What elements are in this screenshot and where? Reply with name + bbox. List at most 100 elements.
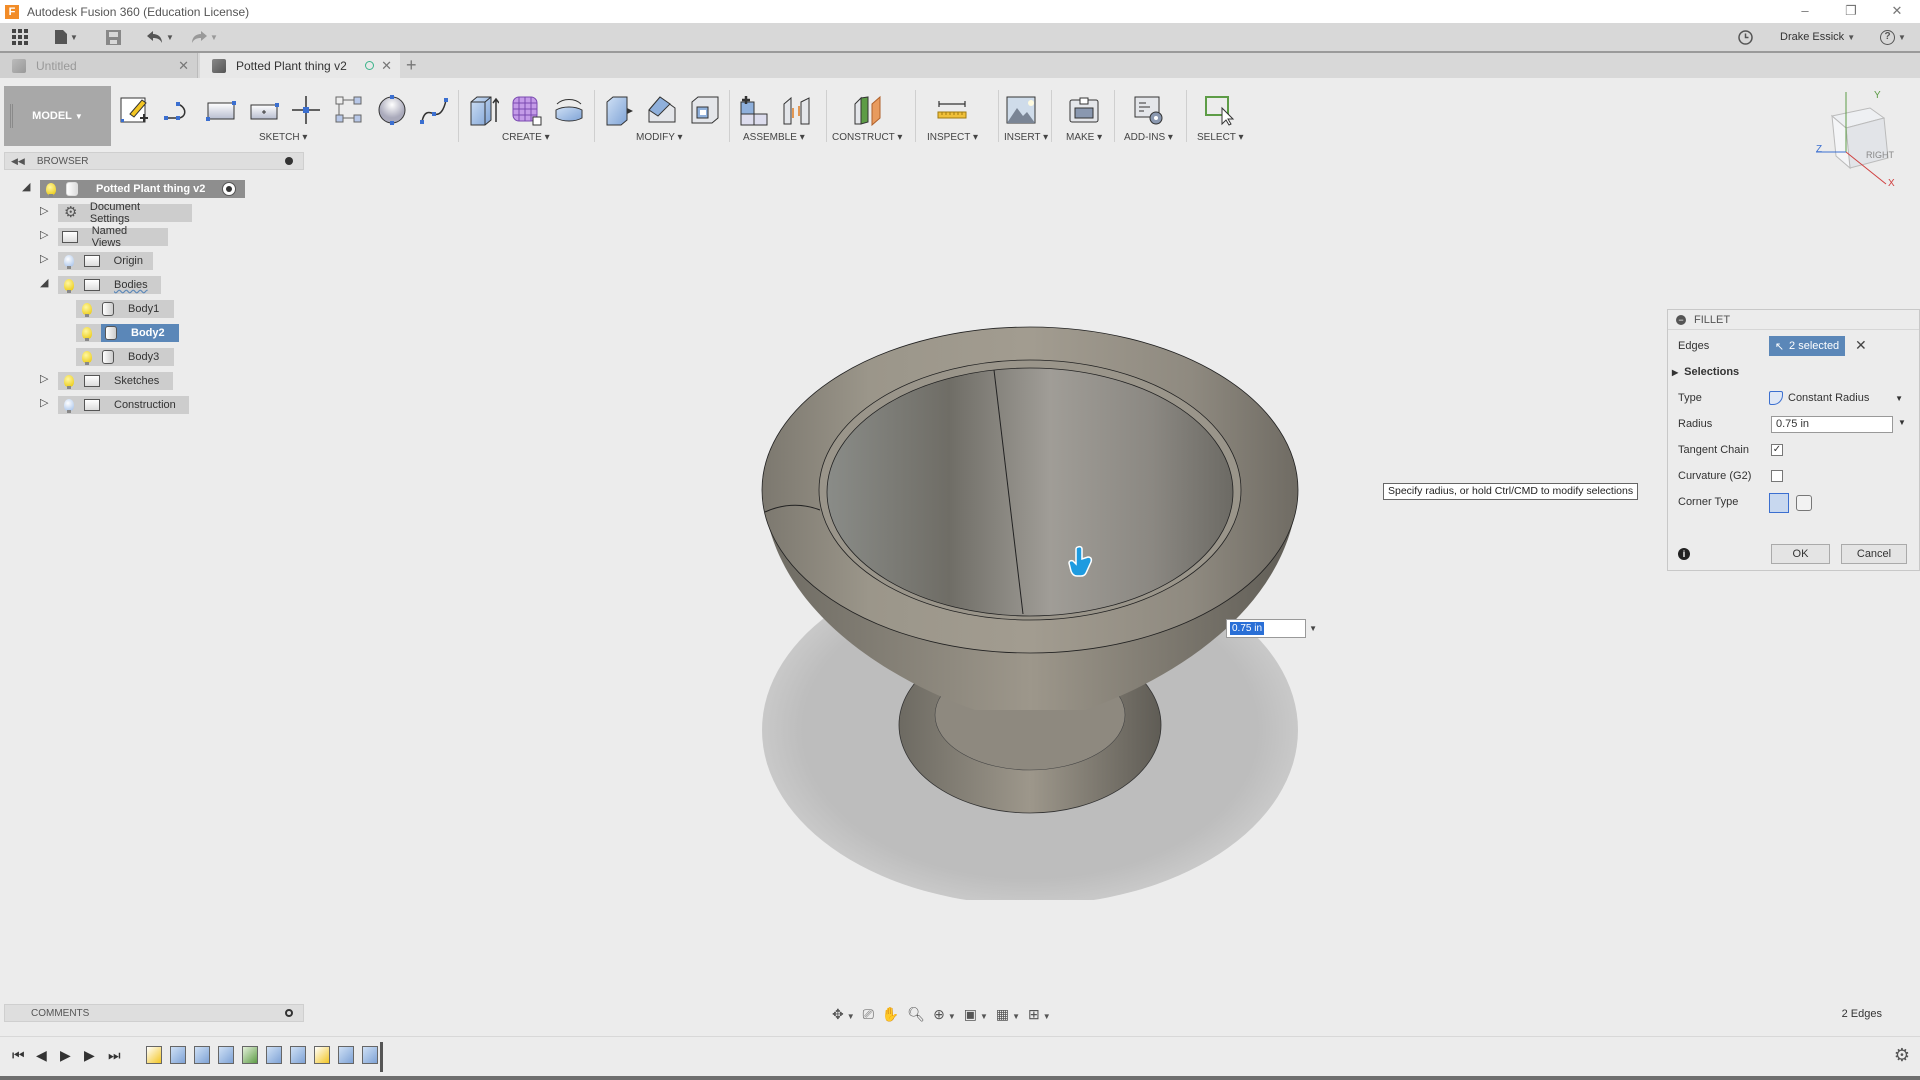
grid-settings-icon[interactable]: ▦ ▼ (996, 1006, 1020, 1023)
activate-component-icon[interactable] (222, 182, 236, 196)
user-menu[interactable]: Drake Essick ▼ (1780, 28, 1855, 46)
play-icon[interactable]: ▶ (60, 1047, 71, 1064)
curvature-checkbox[interactable] (1771, 470, 1783, 482)
tree-item-body1[interactable]: Body1 (76, 300, 174, 318)
timeline-sketch-feature[interactable] (314, 1046, 330, 1064)
inspect-menu[interactable]: INSPECT ▾ (927, 132, 978, 143)
visibility-bulb-icon[interactable] (82, 303, 92, 317)
look-at-icon[interactable]: ⎚ (863, 1006, 874, 1023)
addins-menu[interactable]: ADD-INS ▾ (1124, 132, 1173, 143)
visibility-bulb-icon[interactable] (64, 255, 74, 269)
comments-panel-header[interactable]: COMMENTS (4, 1004, 304, 1022)
corner-rolling-ball-icon[interactable] (1769, 493, 1789, 513)
edges-selection-button[interactable]: ↖ 2 selected (1769, 336, 1845, 356)
center-rectangle-icon[interactable] (248, 94, 280, 126)
point-icon[interactable] (290, 94, 322, 126)
tree-item-bodies[interactable]: Bodies (58, 276, 161, 294)
save-button[interactable] (106, 28, 121, 46)
canvas-radius-input[interactable]: 0.75 in ▼ (1226, 619, 1317, 638)
extrude-icon[interactable] (467, 94, 499, 126)
tree-item-construction[interactable]: Construction (58, 396, 189, 414)
file-menu-button[interactable]: ▼ (55, 28, 78, 46)
visibility-bulb-icon[interactable] (64, 375, 74, 389)
tree-root-node[interactable]: Potted Plant thing v2 (40, 180, 245, 198)
radius-input[interactable]: 0.75 in (1771, 416, 1893, 433)
timeline-construct-feature[interactable] (242, 1046, 258, 1064)
select-icon[interactable] (1204, 94, 1236, 126)
measure-icon[interactable] (936, 94, 968, 126)
modify-menu[interactable]: MODIFY ▾ (636, 132, 683, 143)
tab-untitled[interactable]: Untitled ✕ (0, 53, 198, 78)
new-component-icon[interactable] (738, 94, 770, 126)
orbit-icon[interactable]: ✥ ▼ (832, 1006, 855, 1023)
type-dropdown[interactable]: Constant Radius ▼ (1769, 389, 1905, 407)
corner-setback-icon[interactable] (1796, 495, 1812, 511)
model-viewport[interactable] (740, 310, 1320, 900)
restore-button[interactable]: ❐ (1828, 0, 1874, 23)
new-tab-button[interactable]: + (406, 55, 417, 76)
minimize-button[interactable]: – (1782, 0, 1828, 23)
visibility-bulb-icon[interactable] (82, 327, 92, 341)
tree-item-body2[interactable]: Body2 (76, 324, 179, 342)
scripts-addins-icon[interactable] (1132, 94, 1164, 126)
step-back-icon[interactable]: ◀ (36, 1047, 47, 1064)
radius-input-value[interactable]: 0.75 in (1230, 622, 1265, 635)
timeline-feature[interactable] (218, 1046, 234, 1064)
collapse-triangle-icon[interactable]: ◢ (22, 180, 30, 193)
help-button[interactable]: ? ▼ (1880, 28, 1906, 46)
timeline-feature[interactable] (266, 1046, 282, 1064)
undo-button[interactable]: ▼ (147, 28, 174, 46)
visibility-bulb-icon[interactable] (64, 399, 74, 413)
create-menu[interactable]: CREATE ▾ (502, 132, 550, 143)
visibility-bulb-icon[interactable] (46, 183, 56, 197)
display-settings-icon[interactable]: ▣ ▼ (964, 1006, 988, 1023)
rectangle-icon[interactable] (205, 94, 237, 126)
create-sketch-icon[interactable] (118, 94, 150, 126)
assemble-menu[interactable]: ASSEMBLE ▾ (743, 132, 805, 143)
revolve-icon[interactable] (553, 94, 585, 126)
visibility-bulb-icon[interactable] (82, 351, 92, 365)
job-status-button[interactable] (1738, 28, 1753, 46)
cancel-button[interactable]: Cancel (1841, 544, 1907, 564)
info-icon[interactable]: i (1678, 548, 1690, 560)
tree-item-sketches[interactable]: Sketches (58, 372, 173, 390)
3d-print-icon[interactable] (1068, 94, 1100, 126)
collapse-dialog-icon[interactable]: − (1676, 314, 1686, 325)
visibility-bulb-icon[interactable] (64, 279, 74, 293)
tree-item-named-views[interactable]: Named Views (58, 225, 168, 249)
close-tab-icon[interactable]: ✕ (178, 58, 189, 74)
drag-handle[interactable] (10, 104, 13, 128)
offset-plane-icon[interactable] (852, 94, 884, 126)
insert-menu[interactable]: INSERT ▾ (1004, 132, 1048, 143)
timeline-feature[interactable] (362, 1046, 378, 1064)
arc-icon[interactable] (162, 94, 194, 126)
timeline-feature[interactable] (338, 1046, 354, 1064)
gear-icon[interactable]: ⚙ (1894, 1045, 1910, 1066)
expand-triangle-icon[interactable]: ▷ (40, 372, 48, 385)
sketch-menu[interactable]: SKETCH ▾ (259, 132, 307, 143)
expand-triangle-icon[interactable]: ▷ (40, 396, 48, 409)
pin-icon[interactable] (285, 157, 293, 165)
select-menu[interactable]: SELECT ▾ (1197, 132, 1244, 143)
ok-button[interactable]: OK (1771, 544, 1830, 564)
tangent-chain-checkbox[interactable]: ✓ (1771, 444, 1783, 456)
close-window-button[interactable]: ✕ (1874, 0, 1920, 23)
construct-menu[interactable]: CONSTRUCT ▾ (832, 132, 902, 143)
form-icon[interactable] (510, 94, 542, 126)
shell-icon[interactable] (689, 94, 721, 126)
timeline-feature[interactable] (194, 1046, 210, 1064)
selections-toggle[interactable]: ▶ Selections (1672, 362, 1739, 382)
close-tab-icon[interactable]: ✕ (381, 58, 392, 74)
make-menu[interactable]: MAKE ▾ (1066, 132, 1102, 143)
joint-icon[interactable] (781, 94, 813, 126)
data-panel-button[interactable] (12, 28, 28, 46)
spline-icon[interactable] (418, 94, 450, 126)
expand-triangle-icon[interactable]: ▷ (40, 252, 48, 265)
go-to-start-icon[interactable]: ⏮ (12, 1047, 25, 1064)
tree-item-body3[interactable]: Body3 (76, 348, 174, 366)
viewports-icon[interactable]: ⊞ ▼ (1028, 1006, 1051, 1023)
viewcube[interactable]: RIGHT Y X Z (1810, 90, 1910, 192)
expand-triangle-icon[interactable]: ▷ (40, 228, 48, 241)
fillet-dialog-header[interactable]: − FILLET (1668, 310, 1919, 330)
tree-item-origin[interactable]: Origin (58, 252, 153, 270)
